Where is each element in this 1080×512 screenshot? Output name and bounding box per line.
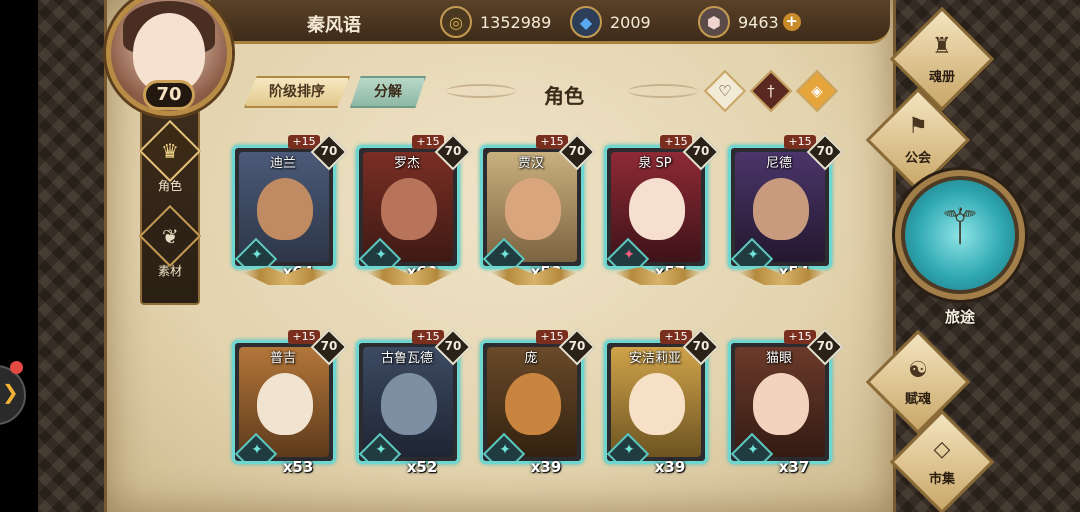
- card-level: 70: [692, 339, 710, 353]
- card-level: 70: [816, 144, 834, 158]
- card-frame: 尼德 ✦: [728, 145, 832, 269]
- character-card[interactable]: 古鲁瓦德 ✦ +15 70 x52: [356, 328, 472, 480]
- crystal-resource[interactable]: ◆ 2009: [570, 6, 651, 38]
- gem-value: 9463: [738, 12, 779, 32]
- element-icon: ✦: [499, 247, 511, 263]
- element-icon: ✦: [623, 442, 635, 458]
- element-icon: ✦: [251, 247, 263, 263]
- player-name: 秦风语: [307, 15, 361, 36]
- character-card[interactable]: 普吉 ✦ +15 70 x53: [232, 328, 348, 480]
- gold-coin-icon: ◎: [440, 6, 472, 38]
- heart-filter-icon: ♡: [718, 81, 732, 100]
- character-face: [629, 373, 685, 435]
- element-icon: ✦: [747, 247, 759, 263]
- gold-resource[interactable]: ◎ 1352989: [440, 6, 551, 38]
- card-frame: 猫眼 ✦: [728, 340, 832, 464]
- soul-book-icon: ♜: [932, 34, 952, 59]
- character-card[interactable]: 猫眼 ✦ +15 70 x37: [728, 328, 844, 480]
- soul-count: x39: [530, 458, 562, 476]
- card-level: 70: [444, 339, 462, 353]
- card-level: 70: [568, 339, 586, 353]
- card-level: 70: [568, 144, 586, 158]
- blue-crystal-icon: ◆: [570, 6, 602, 38]
- card-level: 70: [320, 339, 338, 353]
- card-frame: 罗杰 ✦: [356, 145, 460, 269]
- nav-label-guild: 公会: [904, 151, 931, 166]
- soul-count: x53: [282, 458, 314, 476]
- nav-label-soul-infuse: 赋魂: [904, 392, 931, 407]
- card-frame: 古鲁瓦德 ✦: [356, 340, 460, 464]
- shield-filter-icon: ◈: [811, 81, 823, 100]
- nav-soul-book-button[interactable]: [889, 6, 995, 112]
- title-flourish-left: [446, 84, 516, 98]
- card-frame: 安洁莉亚 ✦: [604, 340, 708, 464]
- character-card[interactable]: 迪兰 ✦ +15 70 x64: [232, 133, 348, 285]
- market-icon: ◇: [933, 437, 951, 462]
- element-icon: ✦: [251, 442, 263, 458]
- pink-gem-icon: ⬢: [698, 6, 730, 38]
- character-face: [753, 373, 809, 435]
- element-icon: ✦: [499, 442, 511, 458]
- character-face: [753, 178, 809, 240]
- character-card[interactable]: 罗杰 ✦ +15 70 x60: [356, 133, 472, 285]
- crystal-value: 2009: [610, 12, 651, 32]
- add-gem-button[interactable]: +: [782, 13, 801, 31]
- character-face: [381, 178, 437, 240]
- character-face: [257, 373, 313, 435]
- card-level: 70: [320, 144, 338, 158]
- soul-count: x39: [654, 458, 686, 476]
- decompose-button[interactable]: 分解: [350, 76, 426, 108]
- character-face: [629, 178, 685, 240]
- notification-dot: [10, 361, 23, 374]
- card-frame: 普吉 ✦: [232, 340, 336, 464]
- soul-count: x37: [778, 458, 810, 476]
- card-level: 70: [444, 144, 462, 158]
- card-frame: 贾汉 ✦: [480, 145, 584, 269]
- game-screen: { "player": {"name": "秦风语", "level": "70…: [0, 0, 1080, 512]
- character-card[interactable]: 安洁莉亚 ✦ +15 70 x39: [604, 328, 720, 480]
- character-face: [257, 178, 313, 240]
- card-frame: 泉 SP ✦: [604, 145, 708, 269]
- soul-count: x52: [406, 458, 438, 476]
- character-card[interactable]: 泉 SP ✦ +15 70 x57: [604, 133, 720, 285]
- sword-filter-icon: †: [767, 82, 775, 100]
- nav-label-soul-book: 魂册: [928, 70, 955, 85]
- nav-label-market: 市集: [928, 472, 955, 487]
- chevron-right-icon: ❯: [2, 380, 19, 404]
- gold-value: 1352989: [480, 12, 552, 32]
- element-icon: ✦: [623, 247, 635, 263]
- guild-icon: ⚑: [908, 114, 928, 139]
- element-icon: ✦: [747, 442, 759, 458]
- title-flourish-right: [628, 84, 698, 98]
- gem-resource[interactable]: ⬢ 9463 +: [698, 6, 801, 38]
- character-card[interactable]: 贾汉 ✦ +15 70 x58: [480, 133, 596, 285]
- character-icon: ♛: [138, 119, 202, 183]
- sort-by-rank-button[interactable]: 阶级排序: [244, 76, 350, 108]
- player-level-badge: 70: [143, 80, 195, 110]
- character-card[interactable]: 尼德 ✦ +15 70 x54: [728, 133, 844, 285]
- journey-icon: ⚚: [937, 198, 983, 256]
- page-title: 角色: [544, 84, 584, 108]
- character-face: [505, 178, 561, 240]
- soul-infuse-icon: ☯: [908, 358, 928, 383]
- material-icon: ❦: [138, 204, 202, 268]
- element-icon: ✦: [375, 247, 387, 263]
- character-card[interactable]: 庞 ✦ +15 70 x39: [480, 328, 596, 480]
- screen-edge: [0, 0, 38, 512]
- card-frame: 庞 ✦: [480, 340, 584, 464]
- sidebar-item-material[interactable]: ❦ 素材: [138, 204, 202, 288]
- card-frame: 迪兰 ✦: [232, 145, 336, 269]
- element-icon: ✦: [375, 442, 387, 458]
- card-level: 70: [816, 339, 834, 353]
- nav-label-journey: 旅途: [944, 308, 975, 326]
- character-face: [505, 373, 561, 435]
- sidebar-item-character[interactable]: ♛ 角色: [138, 119, 202, 203]
- character-face: [381, 373, 437, 435]
- card-level: 70: [692, 144, 710, 158]
